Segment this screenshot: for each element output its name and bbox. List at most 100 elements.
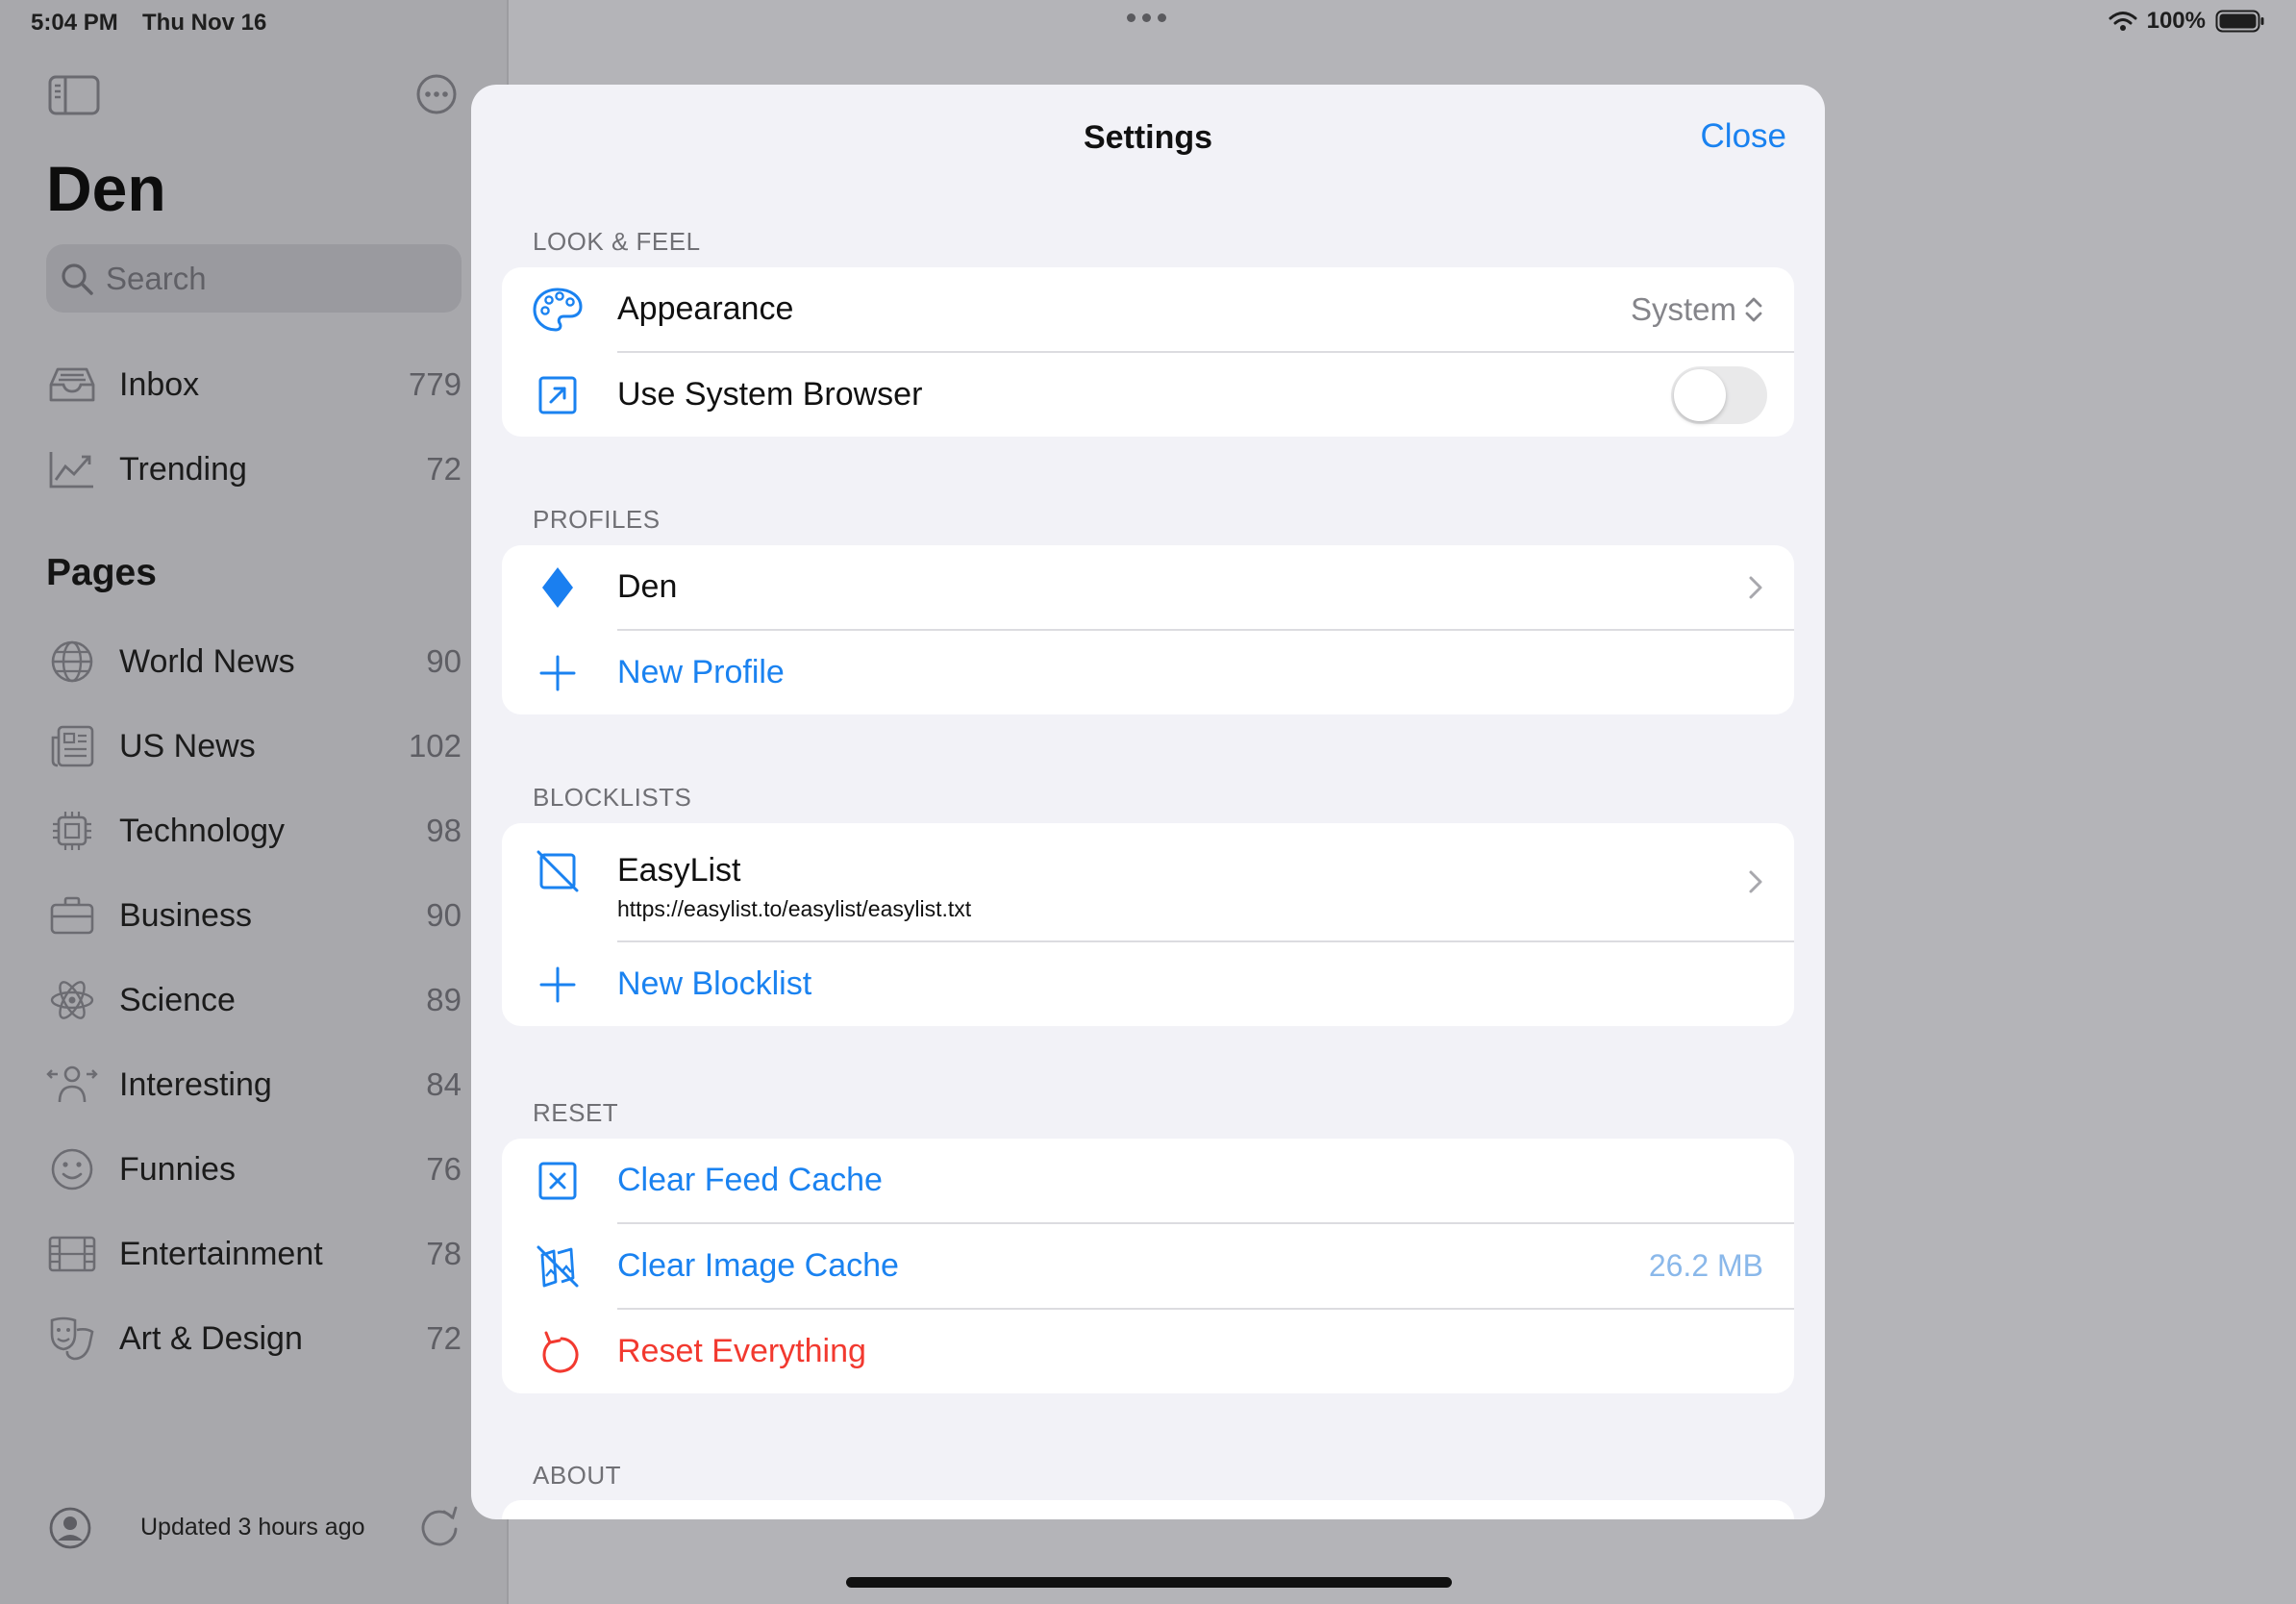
close-button[interactable]: Close: [1701, 117, 1786, 156]
atom-icon: [46, 974, 98, 1026]
status-date: Thu Nov 16: [142, 10, 267, 36]
sidebar-toggle-icon[interactable]: [48, 75, 100, 120]
sidebar-item-count: 779: [408, 366, 462, 402]
sidebar-item-technology[interactable]: Technology 98: [46, 802, 462, 860]
new-blocklist-label: New Blocklist: [617, 965, 812, 1002]
clear-feed-cache-label: Clear Feed Cache: [617, 1162, 883, 1198]
blocklist-url: https://easylist.to/easylist/easylist.tx…: [617, 896, 972, 921]
search-icon: [60, 262, 94, 296]
new-profile-label: New Profile: [617, 654, 785, 690]
inbox-icon: [46, 359, 98, 411]
sidebar-item-count: 102: [408, 728, 462, 764]
status-indicators: 100%: [2109, 8, 2265, 35]
more-options-icon[interactable]: [415, 73, 458, 120]
update-status-text: Updated 3 hours ago: [140, 1514, 365, 1541]
section-header-blocklists: BLOCKLISTS: [533, 783, 692, 812]
refresh-icon[interactable]: [417, 1502, 462, 1555]
profile-name: Den: [617, 568, 678, 605]
sidebar-item-entertainment[interactable]: Entertainment 78: [46, 1225, 462, 1283]
sidebar: 5:04 PM Thu Nov 16 Den Search Inbox 779 …: [0, 0, 507, 1604]
sidebar-item-label: Inbox: [119, 365, 200, 403]
sidebar-item-funnies[interactable]: Funnies 76: [46, 1140, 462, 1198]
system-browser-toggle[interactable]: [1671, 365, 1767, 424]
appearance-row[interactable]: Appearance System: [502, 267, 1794, 351]
sidebar-item-count: 78: [426, 1236, 462, 1271]
sidebar-item-interesting[interactable]: Interesting 84: [46, 1056, 462, 1114]
person-arrows-icon: [46, 1059, 98, 1111]
briefcase-icon: [46, 890, 98, 941]
smiley-icon: [46, 1143, 98, 1195]
blocklist-name: EasyList: [617, 852, 741, 889]
plus-icon: [531, 958, 585, 1012]
sidebar-item-count: 84: [426, 1066, 462, 1102]
system-browser-row: Use System Browser: [502, 353, 1794, 437]
sidebar-item-label: World News: [119, 642, 295, 680]
sidebar-item-label: Trending: [119, 450, 247, 488]
new-profile-button[interactable]: New Profile: [502, 631, 1794, 714]
sidebar-item-count: 89: [426, 982, 462, 1017]
sidebar-item-label: Interesting: [119, 1065, 272, 1103]
trending-icon: [46, 443, 98, 495]
account-icon[interactable]: [48, 1506, 92, 1555]
battery-percent: 100%: [2146, 8, 2206, 34]
chevron-up-down-icon: [1744, 295, 1763, 324]
settings-sheet: Settings Close LOOK & FEEL Appearance Sy…: [471, 85, 1825, 1519]
clear-feed-cache-button[interactable]: Clear Feed Cache: [502, 1139, 1794, 1222]
sidebar-item-label: Science: [119, 981, 236, 1018]
profile-row-den[interactable]: Den: [502, 545, 1794, 629]
sidebar-item-art-design[interactable]: Art & Design 72: [46, 1310, 462, 1367]
reset-arrow-icon: [531, 1325, 585, 1379]
blocked-square-icon: [531, 844, 585, 898]
appearance-label: Appearance: [617, 290, 794, 327]
appearance-picker[interactable]: System: [1631, 291, 1763, 328]
palette-icon: [531, 283, 585, 337]
blocklists-group: EasyList https://easylist.to/easylist/ea…: [502, 823, 1794, 1026]
section-header-profiles: PROFILES: [533, 505, 661, 534]
reset-everything-button[interactable]: Reset Everything: [502, 1310, 1794, 1393]
about-group: [502, 1500, 1794, 1519]
image-cache-size: 26.2 MB: [1648, 1248, 1763, 1283]
sheet-title: Settings: [1083, 119, 1213, 156]
search-field[interactable]: Search: [46, 244, 462, 313]
new-blocklist-button[interactable]: New Blocklist: [502, 942, 1794, 1026]
globe-icon: [46, 636, 98, 688]
appearance-value: System: [1630, 290, 1736, 327]
cpu-icon: [46, 805, 98, 857]
sidebar-item-label: US News: [119, 727, 256, 764]
sidebar-item-label: Funnies: [119, 1150, 236, 1188]
newspaper-icon: [46, 720, 98, 772]
sidebar-item-us-news[interactable]: US News 102: [46, 717, 462, 775]
multitasking-dots-icon[interactable]: [1127, 13, 1166, 22]
chevron-right-icon: [1748, 869, 1763, 894]
sidebar-item-count: 90: [426, 897, 462, 933]
sidebar-item-business[interactable]: Business 90: [46, 887, 462, 944]
sidebar-item-count: 90: [426, 643, 462, 679]
sidebar-item-trending[interactable]: Trending 72: [46, 440, 462, 498]
sidebar-item-inbox[interactable]: Inbox 779: [46, 356, 462, 414]
sidebar-item-label: Business: [119, 896, 252, 934]
clear-image-cache-label: Clear Image Cache: [617, 1247, 899, 1284]
profiles-group: Den New Profile: [502, 545, 1794, 714]
clear-image-cache-button[interactable]: Clear Image Cache 26.2 MB: [502, 1224, 1794, 1308]
section-header-look-feel: LOOK & FEEL: [533, 227, 701, 256]
sidebar-item-count: 76: [426, 1151, 462, 1187]
sidebar-item-label: Entertainment: [119, 1235, 323, 1272]
status-time: 5:04 PM: [31, 10, 118, 36]
sidebar-item-label: Technology: [119, 812, 286, 849]
sidebar-item-world-news[interactable]: World News 90: [46, 633, 462, 690]
sidebar-item-count: 72: [426, 1320, 462, 1356]
look-feel-group: Appearance System Use System Browser: [502, 267, 1794, 437]
external-link-icon: [531, 368, 585, 422]
home-indicator[interactable]: [846, 1577, 1452, 1588]
diamond-icon: [531, 561, 585, 614]
sidebar-title: Den: [46, 153, 166, 224]
section-header-about: ABOUT: [533, 1461, 622, 1490]
blocklist-row-easylist[interactable]: EasyList https://easylist.to/easylist/ea…: [502, 823, 1794, 940]
plus-icon: [531, 646, 585, 700]
photo-slash-icon: [531, 1240, 585, 1293]
system-browser-label: Use System Browser: [617, 376, 923, 413]
sidebar-item-science[interactable]: Science 89: [46, 971, 462, 1029]
chevron-right-icon: [1748, 575, 1763, 600]
sidebar-item-label: Art & Design: [119, 1319, 303, 1357]
sidebar-item-count: 98: [426, 813, 462, 848]
